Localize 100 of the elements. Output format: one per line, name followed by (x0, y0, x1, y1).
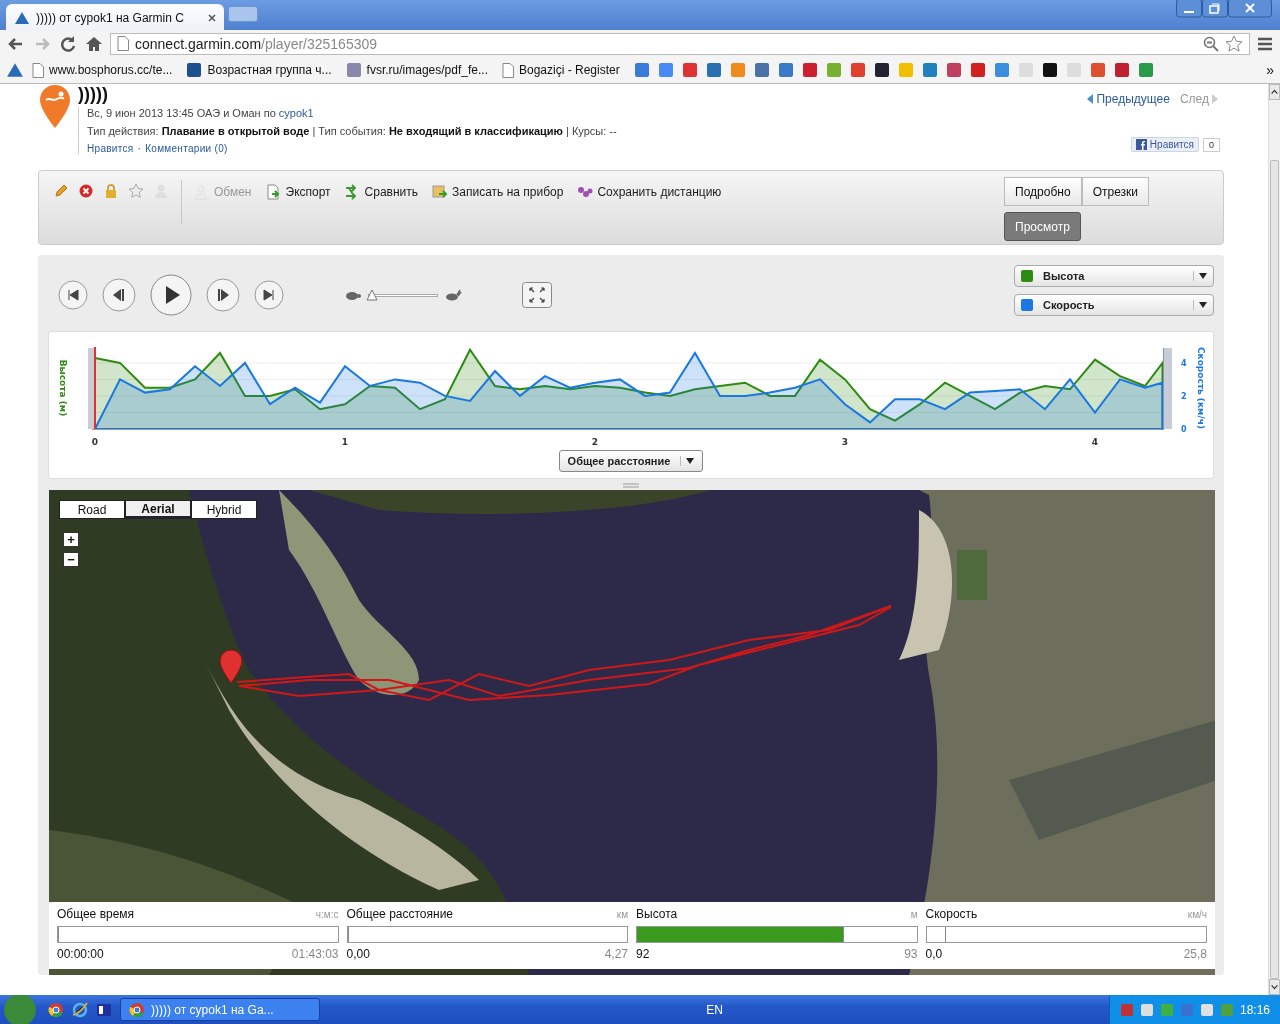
facebook-like-button[interactable]: Нравится (1130, 137, 1199, 152)
separator: · (137, 143, 142, 154)
facebook-icon (1135, 139, 1147, 150)
axis-title: Скорость (км/ч) (1196, 346, 1206, 430)
x-axis-dropdown[interactable]: Общее расстояние (558, 450, 704, 472)
stat-value: 00:00:00 (57, 947, 104, 961)
axis-tick-label: 2 (591, 437, 599, 447)
author-link[interactable]: cypok1 (278, 107, 314, 119)
right-arrow-icon (1212, 94, 1218, 104)
page-icon (117, 36, 129, 51)
bookmark-icon[interactable] (1041, 62, 1058, 78)
zoom-out-button[interactable]: − (63, 552, 79, 567)
bookmark-icon[interactable] (186, 62, 203, 78)
map-type-tab[interactable]: Aerial (125, 500, 191, 519)
page-icon (32, 62, 44, 78)
restore-button[interactable] (1202, 0, 1228, 18)
view-tab[interactable]: Просмотр (1004, 212, 1081, 241)
stat-max-value: 4,27 (604, 947, 628, 961)
export-icon (265, 183, 282, 200)
comments-link[interactable]: Комментарии (0) (145, 143, 228, 154)
axis-tick-label: 0 (91, 437, 99, 447)
axis-tick-label: 1 (341, 437, 349, 447)
map-type-tab[interactable]: Road (59, 500, 125, 519)
series-dropdown[interactable]: Высота (1014, 265, 1214, 287)
series-dropdown[interactable]: Скорость (1014, 294, 1214, 316)
turtle-icon (344, 289, 362, 301)
pencil-icon[interactable] (53, 183, 69, 199)
bookmark-star-icon[interactable] (1225, 34, 1243, 53)
slider-thumb[interactable] (366, 288, 379, 301)
toolbar-action-button[interactable]: Записать на прибор (432, 183, 564, 200)
step-forward-button[interactable] (206, 278, 240, 312)
browser-icon (129, 1001, 145, 1018)
skip-start-button[interactable] (58, 280, 88, 310)
play-button[interactable] (150, 274, 192, 316)
map-pin-icon[interactable] (219, 649, 243, 684)
stat-unit: ч:м:с (315, 909, 339, 920)
stat-value: 0,0 (925, 947, 943, 961)
toolbar-action-button[interactable]: Сравнить (344, 183, 419, 200)
stat-value: 92 (636, 947, 650, 961)
apps-logo-icon[interactable] (6, 62, 24, 78)
minimize-button[interactable] (1176, 0, 1202, 18)
fullscreen-button[interactable] (522, 282, 552, 308)
caret-icon (686, 458, 695, 464)
stat-unit: км (616, 909, 628, 920)
close-icon[interactable] (208, 13, 216, 22)
star-icon[interactable] (128, 183, 144, 199)
scrollbar-thumb[interactable] (1270, 160, 1279, 979)
browser-icon[interactable] (72, 1001, 88, 1018)
tray-icon[interactable] (1199, 1002, 1214, 1017)
toolbar-action-button[interactable]: Экспорт (265, 183, 331, 200)
zoom-out-icon[interactable] (1203, 35, 1219, 52)
axis-tick-label: 4 (1181, 358, 1187, 368)
scroll-down-button[interactable] (1269, 979, 1280, 995)
axis-tick-label: 0 (1181, 425, 1187, 434)
like-count: 0 (1203, 137, 1220, 152)
page-icon (502, 62, 514, 78)
like-link[interactable]: Нравится (87, 143, 134, 154)
browser-icon[interactable] (48, 1001, 64, 1018)
lock-icon[interactable] (103, 183, 119, 199)
bookmark-icon[interactable] (873, 62, 890, 78)
step-back-button[interactable] (102, 278, 136, 312)
language-indicator[interactable]: EN (706, 1002, 723, 1017)
bookmark-link[interactable]: Возрастная группа ч... (207, 63, 332, 77)
toolbar-action-button[interactable]: Сохранить дистанцию (577, 183, 722, 200)
caret-icon (1199, 302, 1207, 308)
stat-label: Общее время (57, 907, 135, 921)
tray-icon[interactable] (1139, 1002, 1154, 1017)
device-icon (432, 183, 449, 200)
bookmark-link[interactable]: Bogaziçi - Register (519, 63, 620, 77)
view-tab[interactable]: Отрезки (1081, 177, 1149, 206)
app-icon[interactable] (96, 1001, 112, 1018)
bookmark-link[interactable]: fvsr.ru/images/pdf_fe... (366, 63, 488, 77)
scroll-up-button[interactable] (1269, 84, 1280, 100)
taskbar-window-button[interactable]: ))))) от cypok1 на Ga... (120, 998, 320, 1021)
view-tab[interactable]: Подробно (1004, 177, 1082, 206)
axis-title: Высота (м) (58, 359, 68, 417)
previous-link[interactable]: Предыдущее (1087, 92, 1170, 106)
skip-end-button[interactable] (254, 280, 284, 310)
stat-max-value: 25,8 (1183, 947, 1207, 961)
axis-tick-label: 4 (1091, 437, 1099, 447)
stat-label: Высота (636, 907, 678, 921)
activity-details: Тип действия: Плавание в открытой воде | Тип события: Не входящий в классификацию | Курсы: -- (87, 125, 617, 137)
activity-meta: Вс, 9 июн 2013 13:45 ОАЭ и Оман по cypok1 (87, 107, 315, 119)
stat-unit: м (910, 909, 918, 920)
axis-tick-label: 3 (841, 437, 849, 447)
axis-tick-label: 2 (1181, 391, 1187, 401)
clock: 18:16 (1239, 1002, 1270, 1017)
more-bookmarks-button[interactable]: » (1266, 62, 1274, 78)
stat-label: Скорость (925, 907, 978, 921)
caret-icon (1199, 273, 1207, 279)
stat-value: 0,00 (346, 947, 370, 961)
map-type-tab[interactable]: Hybrid (191, 500, 257, 519)
zoom-in-button[interactable]: + (63, 532, 79, 547)
rabbit-icon (444, 289, 462, 301)
close-button[interactable] (1228, 0, 1272, 18)
bookmark-link[interactable]: www.bosphorus.cc/te... (49, 63, 173, 77)
delete-icon[interactable] (78, 183, 94, 199)
resize-grip-icon[interactable] (623, 483, 639, 488)
address-bar[interactable]: connect.garmin.com/player/325165309 (110, 32, 1250, 55)
activity-title: ))))) (78, 84, 108, 105)
